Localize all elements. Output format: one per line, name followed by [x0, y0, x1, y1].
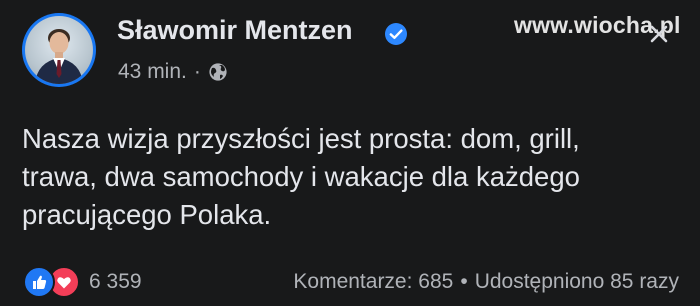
reaction-count: 6 359 [89, 270, 142, 293]
reactions-summary[interactable]: 6 359 [23, 266, 142, 298]
globe-icon[interactable] [208, 62, 228, 82]
stats-separator: • [460, 270, 468, 293]
close-icon[interactable] [647, 22, 671, 46]
author-name[interactable]: Sławomir Mentzen [117, 15, 353, 46]
post-meta: 43 min. · [118, 60, 228, 84]
meta-separator: · [193, 60, 201, 83]
verified-badge-icon [385, 23, 407, 45]
post-text-line: trawa, dwa samochody i wakacje dla każde… [22, 161, 580, 192]
comments-count[interactable]: Komentarze: 685 [293, 270, 453, 293]
post-text-line: Nasza wizja przyszłości jest prosta: dom… [22, 123, 580, 154]
post-text: Nasza wizja przyszłości jest prosta: dom… [22, 120, 682, 234]
post-text-line: pracującego Polaka. [22, 199, 272, 230]
avatar-photo [25, 16, 93, 84]
shares-count[interactable]: Udostępniono 85 razy [475, 270, 679, 293]
post-timestamp[interactable]: 43 min. [118, 60, 187, 84]
like-icon [23, 266, 55, 298]
engagement-stats: Komentarze: 685 • Udostępniono 85 razy [293, 270, 679, 294]
author-avatar[interactable] [22, 13, 96, 87]
facebook-post: Sławomir Mentzen 43 min. · www.wiocha.pl… [0, 0, 700, 306]
